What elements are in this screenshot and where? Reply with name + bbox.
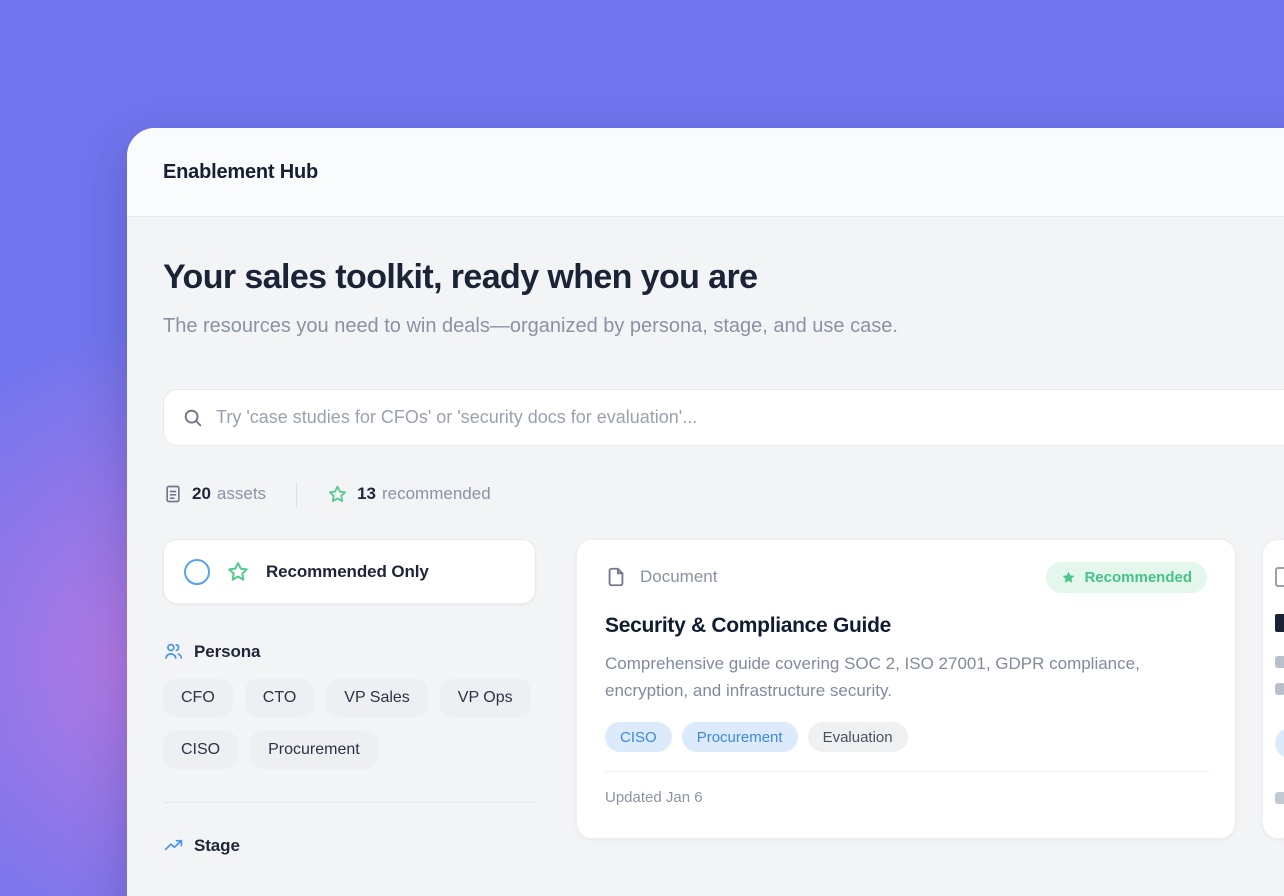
- star-icon: [327, 484, 348, 505]
- asset-description-fragment: [1275, 683, 1284, 695]
- file-icon: [605, 566, 627, 588]
- document-icon: [163, 484, 183, 504]
- asset-card-partial[interactable]: [1262, 539, 1284, 839]
- assets-label: assets: [217, 484, 266, 504]
- star-icon: [226, 560, 250, 584]
- asset-description: Comprehensive guide covering SOC 2, ISO …: [605, 650, 1195, 704]
- recommended-only-label: Recommended Only: [266, 562, 429, 582]
- enablement-hub-panel: Enablement Hub Your sales toolkit, ready…: [127, 128, 1284, 896]
- search-bar[interactable]: [163, 389, 1284, 446]
- recommended-label: recommended: [382, 484, 491, 504]
- stage-label: Stage: [194, 836, 240, 856]
- stats-divider: [296, 482, 297, 507]
- assets-stat: 20 assets: [163, 484, 266, 504]
- recommended-badge: Recommended: [1046, 562, 1207, 593]
- page-title: Enablement Hub: [163, 161, 318, 184]
- persona-pill-vp-ops[interactable]: VP Ops: [440, 679, 531, 717]
- persona-section-heading: Persona: [163, 641, 536, 662]
- persona-pills: CFO CTO VP Sales VP Ops CISO Procurement: [163, 679, 536, 769]
- assets-count: 20: [192, 484, 211, 504]
- persona-pill-cto[interactable]: CTO: [245, 679, 314, 717]
- persona-pill-vp-sales[interactable]: VP Sales: [326, 679, 428, 717]
- stats-row: 20 assets 13 recommended: [163, 481, 1284, 507]
- asset-type-label: Document: [640, 567, 717, 587]
- persona-pill-cfo[interactable]: CFO: [163, 679, 233, 717]
- persona-label: Persona: [194, 642, 260, 662]
- hero-title: Your sales toolkit, ready when you are: [163, 258, 1284, 296]
- persona-pill-ciso[interactable]: CISO: [163, 731, 238, 769]
- recommended-count: 13: [357, 484, 376, 504]
- card-divider: [605, 771, 1209, 772]
- asset-updated-fragment: [1275, 792, 1284, 804]
- tag-procurement[interactable]: Procurement: [682, 722, 798, 752]
- asset-description-fragment: [1275, 656, 1284, 668]
- asset-updated: Updated Jan 6: [605, 789, 1207, 806]
- asset-tags: CISO Procurement Evaluation: [605, 722, 1207, 752]
- stage-section-heading: Stage: [163, 835, 536, 856]
- tag-fragment: [1275, 728, 1284, 758]
- panel-header: Enablement Hub: [127, 128, 1284, 217]
- recommended-only-toggle[interactable]: Recommended Only: [163, 539, 536, 604]
- panel-body: Your sales toolkit, ready when you are T…: [127, 217, 1284, 856]
- star-filled-icon: [1061, 570, 1076, 585]
- file-icon: [1275, 567, 1284, 587]
- asset-title: Security & Compliance Guide: [605, 614, 1207, 638]
- sidebar-divider: [163, 802, 536, 803]
- tag-evaluation[interactable]: Evaluation: [808, 722, 908, 752]
- filters-sidebar: Recommended Only Persona CFO CTO VP Sale…: [163, 539, 536, 856]
- asset-card-security-compliance-guide[interactable]: Document Recommended Security & Complian…: [576, 539, 1236, 839]
- asset-title-fragment: [1275, 614, 1284, 632]
- asset-cards: Document Recommended Security & Complian…: [576, 539, 1284, 839]
- search-icon: [182, 407, 204, 429]
- tag-ciso[interactable]: CISO: [605, 722, 672, 752]
- persona-pill-procurement[interactable]: Procurement: [250, 731, 378, 769]
- toggle-circle-icon[interactable]: [184, 559, 210, 585]
- search-input[interactable]: [216, 407, 1284, 428]
- trending-up-icon: [163, 835, 184, 856]
- recommended-stat: 13 recommended: [327, 484, 491, 505]
- users-icon: [163, 641, 184, 662]
- hero-subtitle: The resources you need to win deals—orga…: [163, 310, 978, 343]
